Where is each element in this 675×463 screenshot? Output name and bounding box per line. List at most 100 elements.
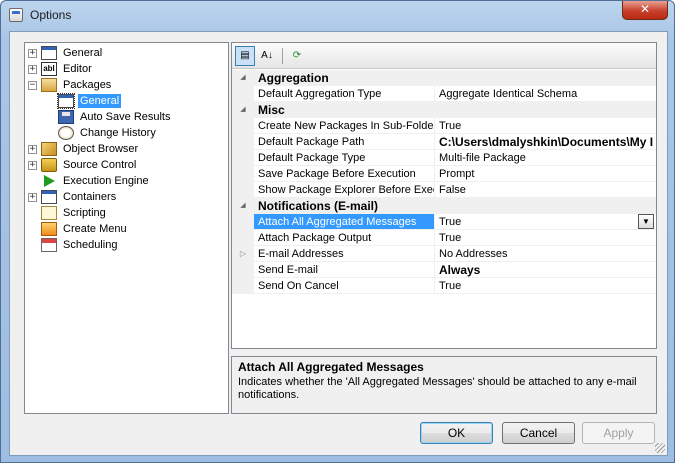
options-window: Options ✕ + General + abl Editor − Packa…	[0, 0, 675, 463]
app-window-icon	[9, 8, 23, 22]
property-value[interactable]: True	[435, 278, 656, 293]
create-menu-icon	[41, 222, 57, 236]
property-row[interactable]: Default Aggregation Type Aggregate Ident…	[232, 86, 656, 102]
tree-item-general[interactable]: + General	[28, 45, 104, 61]
refresh-properties-button[interactable]: ⟳	[287, 46, 307, 66]
tree-item-object-browser[interactable]: + Object Browser	[28, 141, 140, 157]
ok-button[interactable]: OK	[420, 422, 493, 444]
property-row[interactable]: Show Package Explorer Before Execu False	[232, 182, 656, 198]
expand-icon[interactable]: +	[28, 160, 37, 170]
row-gutter	[232, 278, 254, 293]
row-gutter	[232, 214, 254, 229]
property-row[interactable]: Create New Packages In Sub-Folder True	[232, 118, 656, 134]
alphabetical-sort-button[interactable]: A↓	[257, 46, 277, 66]
categorized-view-button[interactable]: ▤	[235, 46, 255, 66]
category-row-misc[interactable]: ◢ Misc	[232, 102, 656, 118]
property-row[interactable]: Send On Cancel True	[232, 278, 656, 294]
dropdown-arrow-icon[interactable]: ▼	[638, 214, 654, 229]
window-icon	[41, 46, 57, 60]
title-bar[interactable]: Options ✕	[1, 1, 674, 29]
row-gutter	[232, 134, 254, 149]
description-text: Indicates whether the 'All Aggregated Me…	[238, 376, 637, 401]
tree-item-change-history[interactable]: Change History	[58, 125, 158, 141]
property-value[interactable]: Prompt	[435, 166, 656, 181]
collapse-triangle-icon[interactable]: ◢	[232, 198, 254, 213]
close-button[interactable]: ✕	[622, 1, 668, 20]
property-value[interactable]: True ▼	[435, 214, 656, 229]
container-icon	[41, 190, 57, 204]
tree-item-label: Scripting	[63, 207, 106, 219]
property-row[interactable]: ▷ E-mail Addresses No Addresses	[232, 246, 656, 262]
dialog-client-area: + General + abl Editor − Packages Genera…	[9, 31, 668, 456]
lock-icon	[41, 158, 57, 172]
row-gutter	[232, 182, 254, 197]
property-name: Create New Packages In Sub-Folder	[254, 118, 435, 133]
tree-item-auto-save-results[interactable]: Auto Save Results	[58, 109, 173, 125]
tree-item-source-control[interactable]: + Source Control	[28, 157, 138, 173]
tree-item-label: Source Control	[63, 159, 137, 171]
description-title: Attach All Aggregated Messages	[238, 360, 424, 374]
execute-arrow-icon	[41, 174, 57, 188]
property-value[interactable]: True	[435, 230, 656, 245]
tree-item-containers[interactable]: + Containers	[28, 189, 118, 205]
property-row[interactable]: Default Package Path C:\Users\dmalyshkin…	[232, 134, 656, 150]
tree-item-label: Change History	[80, 127, 156, 139]
property-grid[interactable]: ▤ A↓ ⟳ ◢ Aggregation Default Aggregation…	[231, 42, 657, 349]
property-value[interactable]: Aggregate Identical Schema	[435, 86, 656, 101]
tree-item-create-menu[interactable]: Create Menu	[41, 221, 129, 237]
expand-icon[interactable]: +	[28, 144, 37, 154]
tree-item-editor[interactable]: + abl Editor	[28, 61, 94, 77]
collapse-triangle-icon[interactable]: ◢	[232, 102, 254, 117]
property-value[interactable]: No Addresses	[435, 246, 656, 261]
tree-item-scripting[interactable]: Scripting	[41, 205, 108, 221]
category-label: Aggregation	[258, 71, 329, 85]
property-name: E-mail Addresses	[254, 246, 435, 261]
property-row-selected[interactable]: Attach All Aggregated Messages True ▼	[232, 214, 656, 230]
tree-item-execution-engine[interactable]: Execution Engine	[41, 173, 151, 189]
collapse-icon[interactable]: −	[28, 80, 37, 90]
tree-item-label: Scheduling	[63, 239, 118, 251]
expand-icon[interactable]: +	[28, 48, 37, 58]
tree-item-packages[interactable]: − Packages	[28, 77, 113, 93]
cancel-button[interactable]: Cancel	[502, 422, 575, 444]
options-tree[interactable]: + General + abl Editor − Packages Genera…	[24, 42, 229, 414]
calendar-icon	[41, 238, 57, 252]
apply-button[interactable]: Apply	[582, 422, 655, 444]
property-value[interactable]: Multi-file Package	[435, 150, 656, 165]
property-name: Show Package Explorer Before Execu	[254, 182, 435, 197]
tree-item-label: General	[78, 94, 122, 108]
tree-item-scheduling[interactable]: Scheduling	[41, 237, 119, 253]
expand-triangle-icon[interactable]: ▷	[232, 246, 254, 261]
resize-grip-icon[interactable]	[655, 443, 665, 453]
property-value[interactable]: Always	[435, 262, 656, 277]
property-row[interactable]: Send E-mail Always	[232, 262, 656, 278]
property-value[interactable]: False	[435, 182, 656, 197]
property-value[interactable]: C:\Users\dmalyshkin\Documents\My I	[435, 134, 656, 149]
property-name: Attach Package Output	[254, 230, 435, 245]
expand-icon[interactable]: +	[28, 64, 37, 74]
object-browser-icon	[41, 142, 57, 156]
tree-item-label: Packages	[63, 79, 112, 91]
tree-item-label: Containers	[63, 191, 117, 203]
window-title: Options	[30, 8, 72, 22]
property-grid-body: ◢ Aggregation Default Aggregation Type A…	[232, 70, 656, 294]
row-gutter	[232, 230, 254, 245]
property-name: Send On Cancel	[254, 278, 435, 293]
floppy-disk-icon	[58, 110, 74, 124]
tree-item-label: Execution Engine	[63, 175, 149, 187]
category-label: Notifications (E-mail)	[258, 199, 379, 213]
property-name: Default Package Type	[254, 150, 435, 165]
property-row[interactable]: Default Package Type Multi-file Package	[232, 150, 656, 166]
property-value[interactable]: True	[435, 118, 656, 133]
category-row-aggregation[interactable]: ◢ Aggregation	[232, 70, 656, 86]
collapse-triangle-icon[interactable]: ◢	[232, 70, 254, 85]
property-row[interactable]: Save Package Before Execution Prompt	[232, 166, 656, 182]
property-name: Save Package Before Execution	[254, 166, 435, 181]
property-value-text: True	[439, 216, 462, 228]
tree-item-packages-general[interactable]: General	[57, 93, 122, 109]
category-row-notifications[interactable]: ◢ Notifications (E-mail)	[232, 198, 656, 214]
property-row[interactable]: Attach Package Output True	[232, 230, 656, 246]
property-grid-toolbar: ▤ A↓ ⟳	[232, 43, 656, 69]
expand-icon[interactable]: +	[28, 192, 37, 202]
tree-item-label: Create Menu	[63, 223, 127, 235]
